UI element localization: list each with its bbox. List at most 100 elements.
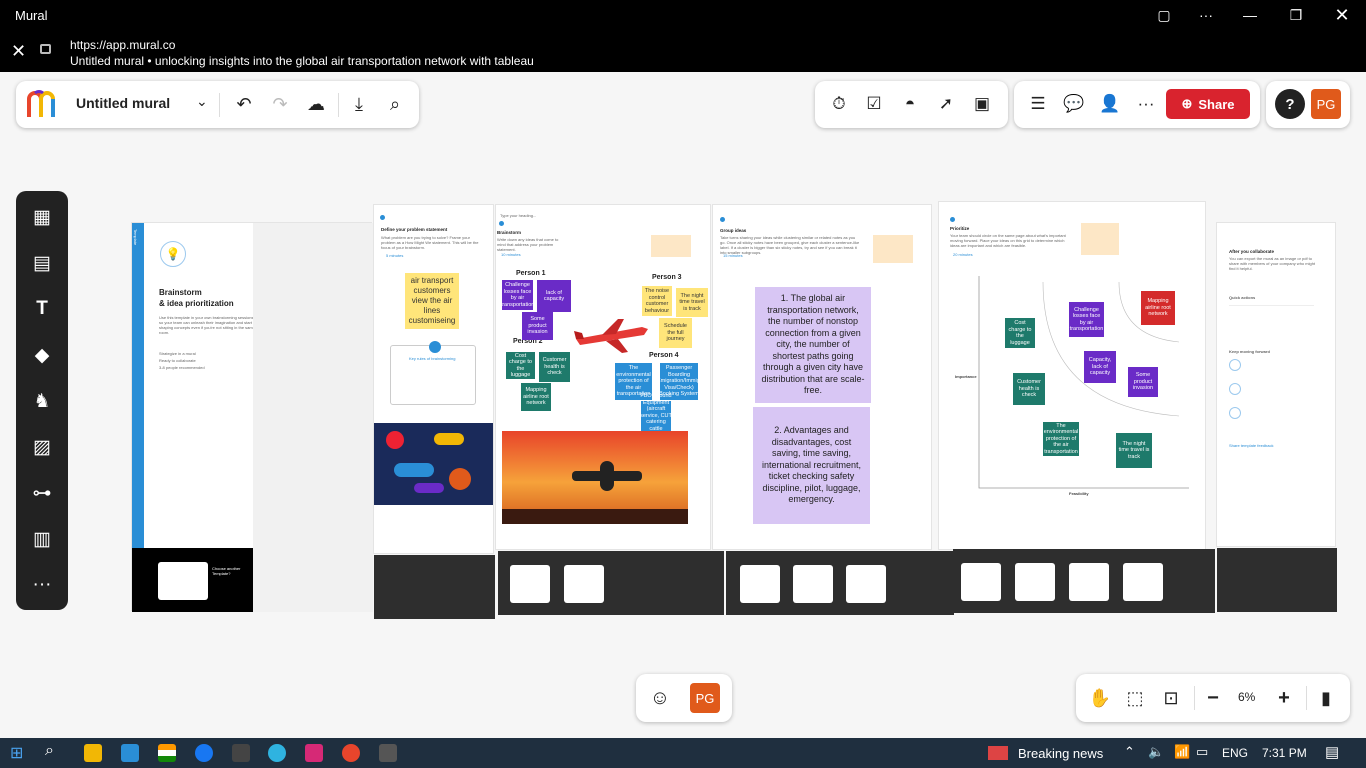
feedback-link[interactable]: Share template feedback — [1229, 443, 1273, 448]
redo-icon[interactable]: ↷ — [265, 89, 295, 119]
image-icon[interactable]: ▨ — [27, 432, 57, 462]
after-collaborate-panel[interactable]: After you collaborate You can export the… — [1216, 222, 1337, 612]
prioritize-panel[interactable]: Prioritize Your team should circle on th… — [938, 201, 1215, 613]
more-icon[interactable]: ··· — [27, 570, 57, 600]
more-icon[interactable]: ··· — [1131, 89, 1161, 119]
sticky-note[interactable]: Customer health is check — [539, 352, 570, 382]
search-icon[interactable]: ⌕ — [380, 89, 410, 119]
cloud-check-icon[interactable]: ☁ — [301, 89, 331, 119]
clock[interactable]: 7:31 PM — [1262, 746, 1307, 760]
sticky-note[interactable]: The night time travel is track — [1116, 433, 1152, 468]
download-icon[interactable]: ⤓ — [344, 89, 374, 119]
sticky-note[interactable]: Cost charge to the luggage — [1005, 318, 1035, 348]
diagram-icon[interactable]: ⊶ — [27, 478, 57, 508]
emoji-icon[interactable]: ☺ — [645, 683, 675, 713]
chevron-down-icon[interactable]: ⌄ — [196, 93, 208, 110]
sticky-note[interactable]: Capacity, lack of capacity — [1084, 351, 1116, 383]
sticky-note[interactable]: Some product invasion — [1128, 367, 1158, 397]
cast-icon[interactable]: ▢ — [1149, 7, 1179, 24]
sunset-airplane-image[interactable] — [502, 431, 688, 524]
sticky-note[interactable]: Challenge losses face by air transportat… — [1069, 302, 1104, 337]
panel-icon[interactable]: ▮ — [1311, 683, 1341, 713]
zoom-level[interactable]: 6% — [1238, 690, 1255, 704]
person-icon[interactable]: 👤 — [1095, 89, 1125, 119]
avatar[interactable]: PG — [1311, 89, 1341, 119]
sticky-note[interactable]: air transport customers view the air lin… — [405, 273, 459, 329]
chrome-icon[interactable] — [342, 744, 360, 762]
minus-icon[interactable]: − — [1198, 683, 1228, 713]
facebook-icon[interactable] — [195, 744, 213, 762]
sticky-note[interactable]: Some product invasion — [522, 312, 553, 340]
outline-icon[interactable]: ☰ — [1023, 89, 1053, 119]
flag-icon[interactable] — [158, 744, 176, 762]
incognito-icon[interactable]: ◓ — [895, 89, 925, 119]
share-button[interactable]: ⊕ Share — [1166, 89, 1250, 119]
person-label: Person 4 — [649, 352, 679, 359]
air-transportation-image[interactable] — [374, 423, 493, 505]
hand-icon[interactable]: ✋ — [1085, 683, 1115, 713]
toolbox-icon[interactable]: ▣ — [967, 89, 997, 119]
sticky-note-icon[interactable]: ▤ — [27, 248, 57, 278]
timer-icon[interactable]: ⏱ — [824, 89, 854, 119]
breaking-news[interactable]: Breaking news — [1018, 746, 1103, 761]
sticky-note[interactable]: Customer health is check — [1013, 373, 1045, 405]
maximize-button[interactable]: ❐ — [1281, 7, 1311, 24]
sticky-note[interactable]: Mapping airline root network — [521, 383, 551, 411]
table-icon[interactable]: ▥ — [27, 524, 57, 554]
map-icon[interactable]: ⊡ — [1156, 683, 1186, 713]
close-icon[interactable]: ✕ — [11, 41, 26, 62]
sticky-note[interactable]: Schedule the full journey — [659, 318, 692, 348]
mural-name[interactable]: Untitled mural — [76, 95, 170, 111]
plus-icon[interactable]: + — [1269, 683, 1299, 713]
sticky-note[interactable]: The environmental protection of the air … — [1043, 422, 1079, 456]
chevron-up-icon[interactable]: ⌃ — [1124, 744, 1135, 760]
heading-input[interactable]: Type your heading... — [500, 213, 536, 218]
sticky-note[interactable]: Challenge losses face by air transportat… — [501, 280, 534, 310]
notion-icon[interactable] — [232, 744, 250, 762]
select-icon[interactable]: ⬚ — [1120, 683, 1150, 713]
sticky-note[interactable]: Cost charge to the luggage — [506, 352, 535, 379]
brainstorm-panel[interactable]: Type your heading... Brainstorm Write do… — [495, 204, 724, 615]
sticky-note[interactable]: lack of capacity — [537, 280, 571, 312]
file-explorer-icon[interactable] — [84, 744, 102, 762]
avatar[interactable]: PG — [690, 683, 720, 713]
templates-icon[interactable]: ▦ — [27, 202, 57, 232]
wifi-icon[interactable]: 📶 — [1174, 744, 1190, 760]
sticky-note[interactable]: Mapping airline root network — [1141, 291, 1175, 325]
lock-icon — [40, 44, 51, 54]
cluster-note[interactable]: 2. Advantages and disadvantages, cost sa… — [753, 407, 870, 524]
template-intro-panel[interactable]: Template 💡 Brainstorm & idea prioritizat… — [131, 222, 373, 612]
cluster-note[interactable]: 1. The global air transportation network… — [755, 287, 871, 403]
llama-icon[interactable]: ♞ — [27, 386, 57, 416]
help-icon[interactable]: ? — [1275, 89, 1305, 119]
cursor-icon[interactable]: ➚ — [931, 89, 961, 119]
language[interactable]: ENG — [1222, 746, 1248, 760]
sticky-note[interactable]: FBO Ground Equipment (aircraft service, … — [640, 393, 672, 438]
sticky-note[interactable]: The night time travel is track — [676, 288, 708, 317]
instagram-icon[interactable] — [305, 744, 323, 762]
edge-icon[interactable] — [268, 744, 286, 762]
undo-icon[interactable]: ↶ — [229, 89, 259, 119]
more-icon[interactable]: ··· — [1191, 7, 1221, 23]
mural-logo-icon[interactable] — [26, 89, 60, 119]
share-icon: ⊕ — [1181, 96, 1193, 111]
comment-icon[interactable]: 💬 — [1059, 89, 1089, 119]
minimize-button[interactable]: — — [1235, 7, 1265, 23]
sticky-note[interactable]: The noise control customer behaviour — [642, 286, 672, 316]
checkbox-icon[interactable]: ☑ — [859, 89, 889, 119]
battery-icon[interactable]: ▭ — [1196, 744, 1208, 760]
define-problem-panel[interactable]: Define your problem statement What probl… — [373, 204, 495, 619]
mail-icon[interactable] — [121, 744, 139, 762]
windows-start-icon[interactable]: ⊞ — [10, 743, 23, 763]
search-icon[interactable]: ⌕ — [45, 742, 54, 760]
close-button[interactable]: ✕ — [1327, 5, 1357, 26]
url-text: https://app.mural.co — [70, 38, 176, 52]
volume-icon[interactable]: 🔈 — [1148, 744, 1164, 760]
shapes-icon[interactable]: ◆ — [27, 340, 57, 370]
airplane-image[interactable] — [572, 317, 650, 355]
mural-app-icon[interactable] — [379, 744, 397, 762]
notification-icon[interactable]: ▤ — [1325, 743, 1339, 761]
group-ideas-panel[interactable]: Group ideas Take turns sharing your idea… — [712, 204, 954, 615]
news-icon[interactable] — [988, 746, 1008, 760]
text-icon[interactable]: T — [27, 294, 57, 324]
